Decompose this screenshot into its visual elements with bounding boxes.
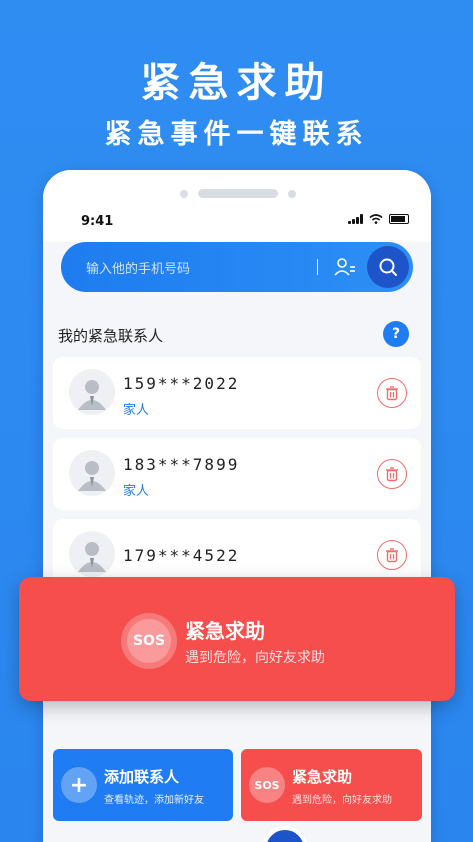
contact-card[interactable]: 183***7899 家人 — [53, 438, 421, 510]
section-title: 我的紧急联系人 — [58, 327, 164, 345]
person-icon — [78, 542, 106, 572]
help-icon[interactable]: ? — [383, 321, 409, 347]
phone-top-bezel — [43, 170, 431, 212]
camera-dot — [180, 190, 188, 198]
sensor-dot — [288, 190, 296, 198]
contact-relation: 家人 — [123, 403, 150, 418]
sos-banner-title: 紧急求助 — [185, 619, 265, 643]
sos-button[interactable]: SOS 紧急求助 遇到危险，向好友求助 — [241, 749, 422, 821]
avatar — [69, 531, 115, 577]
search-icon — [379, 258, 397, 276]
contact-phone: 179***4522 — [123, 546, 240, 565]
avatar — [69, 450, 115, 496]
phone-frame: 9:41 输入他的手机号码 我的紧急联系人 ? 159***2022 家人 18… — [43, 170, 431, 842]
sos-button-description: 遇到危险，向好友求助 — [292, 795, 392, 806]
contact-relation: 家人 — [123, 484, 150, 499]
delete-button[interactable] — [377, 378, 407, 408]
wifi-icon — [369, 214, 383, 224]
sos-banner-description: 遇到危险，向好友求助 — [185, 650, 325, 666]
sos-badge-small: SOS — [249, 767, 285, 803]
sos-badge-label: SOS — [127, 619, 171, 663]
contact-list-icon[interactable] — [333, 255, 357, 279]
hero-title: 紧急求助 — [140, 60, 333, 106]
trash-icon — [386, 467, 398, 482]
add-contact-button[interactable]: + 添加联系人 查看轨迹，添加新好友 — [53, 749, 233, 821]
search-divider — [317, 259, 318, 275]
speaker-bar — [198, 189, 278, 198]
battery-icon — [389, 214, 409, 224]
hero-subtitle: 紧急事件一键联系 — [104, 119, 369, 150]
status-time: 9:41 — [81, 214, 114, 229]
status-icons — [348, 214, 409, 224]
trash-icon — [386, 548, 398, 563]
contact-card[interactable]: 159***2022 家人 — [53, 357, 421, 429]
avatar — [69, 369, 115, 415]
sos-button-title: 紧急求助 — [292, 768, 353, 786]
add-contact-title: 添加联系人 — [104, 768, 180, 786]
add-contact-description: 查看轨迹，添加新好友 — [104, 795, 204, 806]
person-icon — [78, 461, 106, 491]
delete-button[interactable] — [377, 459, 407, 489]
contact-phone: 159***2022 — [123, 374, 240, 393]
signal-icon — [348, 214, 363, 224]
contact-phone: 183***7899 — [123, 455, 240, 474]
sos-banner[interactable]: SOS 紧急求助 遇到危险，向好友求助 — [19, 577, 455, 701]
search-button[interactable] — [367, 246, 409, 288]
delete-button[interactable] — [377, 540, 407, 570]
search-bar[interactable]: 输入他的手机号码 — [61, 242, 413, 292]
plus-icon: + — [61, 767, 97, 803]
trash-icon — [386, 386, 398, 401]
sos-badge: SOS — [121, 613, 177, 669]
search-input[interactable]: 输入他的手机号码 — [86, 258, 190, 277]
person-icon — [78, 380, 106, 410]
